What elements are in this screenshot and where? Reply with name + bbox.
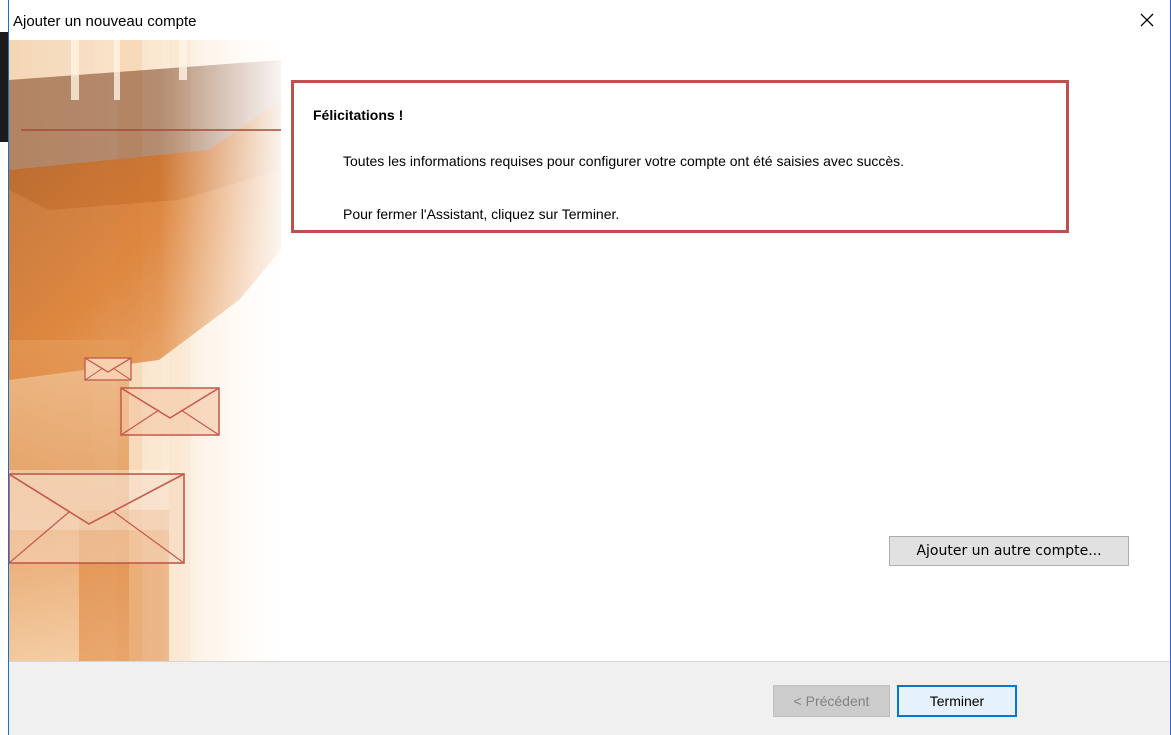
add-another-account-button[interactable]: Ajouter un autre compte... [889,536,1129,566]
congratulations-heading: Félicitations ! [313,107,404,123]
finish-instruction: Pour fermer l'Assistant, cliquez sur Ter… [343,206,620,222]
wizard-side-illustration [9,40,281,661]
success-message: Toutes les informations requises pour co… [343,153,905,169]
wizard-footer: < Précédent Terminer [9,661,1170,735]
close-button[interactable] [1124,0,1170,40]
envelope-large-icon [9,473,185,564]
window-title: Ajouter un nouveau compte [13,13,197,30]
title-bar[interactable]: Ajouter un nouveau compte [9,0,1170,40]
envelope-medium-icon [120,387,220,436]
dialog-window: Ajouter un nouveau compte Félicitations … [8,0,1171,735]
close-icon [1140,13,1154,27]
previous-button[interactable]: < Précédent [773,685,890,717]
background-window-edge [0,32,8,142]
wizard-content: Félicitations ! Toutes les informations … [281,40,1170,661]
finish-button[interactable]: Terminer [897,685,1017,717]
envelope-small-icon [84,357,132,381]
